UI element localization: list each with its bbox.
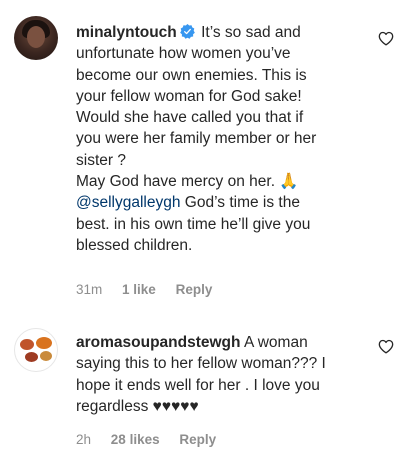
reply-button[interactable]: Reply [179,432,216,447]
comment-likes[interactable]: 28 likes [111,432,160,447]
comment-text-line: Would she have called you that if [76,109,304,127]
comment-meta: 2h 28 likes Reply [76,432,232,447]
comment-text-line: blessed children. [76,236,193,254]
comment-username[interactable]: aromasoupandstewgh [76,334,241,351]
bowl-shape [20,339,34,350]
comment-meta: 31m 1 like Reply [76,282,228,297]
comment-text-line: sister ? [76,151,126,169]
heart-outline-icon[interactable] [378,31,394,46]
soup-bowls-logo[interactable] [14,328,58,372]
mention-link[interactable]: @sellygalleygh [76,194,180,211]
comment-mention-line: @sellygalleygh God’s time is the [76,192,376,213]
comment-text-fragment: God’s time is the [184,194,300,212]
comment-body: aromasoupandstewgh A woman saying this t… [76,332,376,417]
bowl-shape [40,351,52,361]
comment-text-line: become our own enemies. This is [76,66,307,84]
comment-body: minalyntouch It’s so sad and unfortunate… [76,22,376,256]
comment-text-line: saying this to her fellow woman??? I [76,355,326,373]
bowl-shape [25,352,38,362]
comment-text-line: best. in his own time he’ll give you [76,215,311,233]
comment-text-line: It’s so sad and [201,24,301,41]
comment-text-line: your fellow woman for God sake! [76,87,302,105]
comment-text-line: unfortunate how women you’ve [76,45,291,63]
avatar-face [27,26,45,48]
verified-badge-icon [179,24,195,39]
comment-text-fragment: A woman [243,334,308,351]
comment-text-line: hope it ends well for her . I love you [76,376,320,394]
heart-outline-icon[interactable] [378,339,394,354]
comment-text-line: May God have mercy on her. 🙏 [76,173,299,191]
comment-likes[interactable]: 1 like [122,282,156,297]
comment-text-line: you were her family member or her [76,130,317,148]
avatar[interactable] [14,16,58,60]
comment-text-line: regardless ♥♥♥♥♥ [76,397,199,415]
reply-button[interactable]: Reply [176,282,213,297]
bowl-shape [36,337,52,349]
comment-timestamp[interactable]: 31m [76,282,102,297]
comment-first-line: aromasoupandstewgh A woman [76,332,376,353]
comment-first-line: minalyntouch It’s so sad and [76,22,376,43]
comment-username[interactable]: minalyntouch [76,24,177,41]
comment-timestamp[interactable]: 2h [76,432,91,447]
